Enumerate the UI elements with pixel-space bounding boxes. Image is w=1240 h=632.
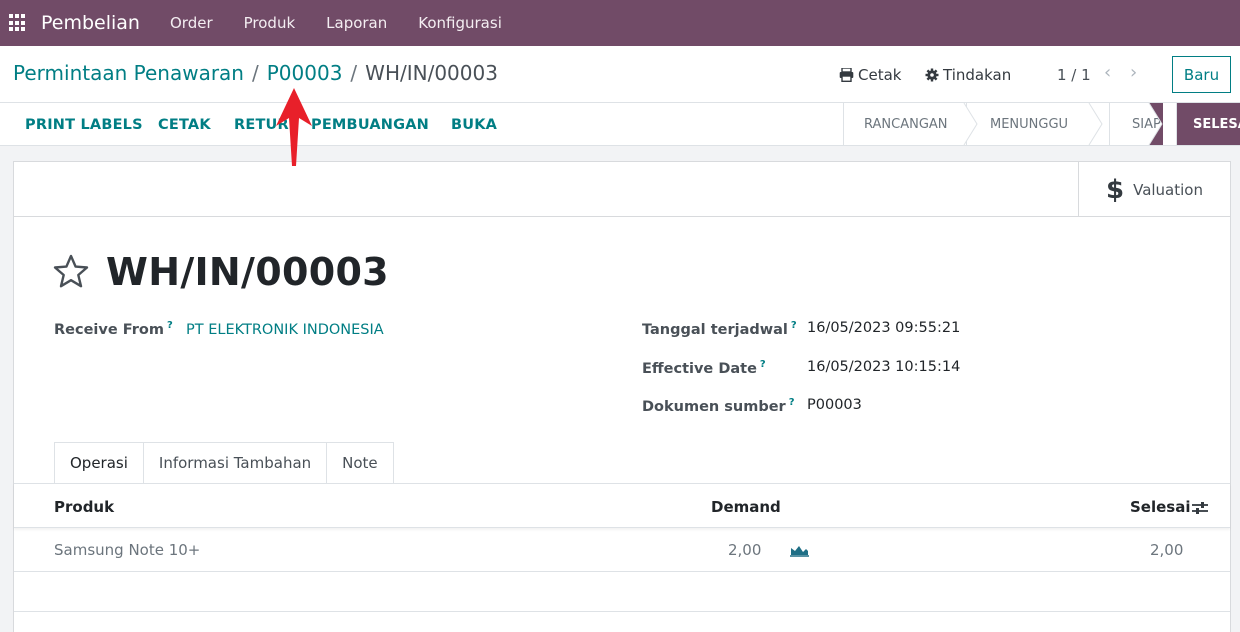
tab-operasi[interactable]: Operasi [54, 442, 144, 483]
record-title: WH/IN/00003 [106, 250, 389, 294]
help-tooltip-icon[interactable]: ? [760, 359, 766, 370]
scheduled-date-label: Tanggal terjadwal? [642, 320, 797, 338]
row-demand: 2,00 [728, 541, 762, 559]
source-document-label-text: Dokumen sumber [642, 398, 786, 415]
app-menu-grid-icon[interactable] [9, 14, 27, 32]
valuation-button[interactable]: $ Valuation [1078, 162, 1230, 217]
receive-from-value[interactable]: PT ELEKTRONIK INDONESIA [186, 322, 384, 338]
print-label: Cetak [858, 66, 902, 84]
action-menu-button[interactable]: Tindakan [925, 66, 1011, 84]
pembuangan-button[interactable]: PEMBUANGAN [311, 117, 429, 133]
breadcrumb-parent[interactable]: P00003 [267, 61, 343, 85]
valuation-label: Valuation [1133, 180, 1203, 199]
source-document-value[interactable]: P00003 [807, 397, 862, 413]
control-panel: Permintaan Penawaran / P00003 / WH/IN/00… [0, 46, 1240, 103]
scheduled-date-value[interactable]: 16/05/2023 09:55:21 [807, 320, 960, 336]
statusbar: PRINT LABELS CETAK RETUR PEMBUANGAN BUKA… [0, 103, 1240, 146]
app-brand[interactable]: Pembelian [41, 12, 140, 34]
help-tooltip-icon[interactable]: ? [167, 320, 173, 331]
pager-value[interactable]: 1 / 1 [1057, 66, 1091, 84]
source-document-label: Dokumen sumber? [642, 397, 795, 415]
buka-button[interactable]: BUKA [451, 117, 497, 133]
table-header: Produk Demand Selesai [14, 483, 1230, 528]
nav-item-laporan[interactable]: Laporan [326, 14, 387, 32]
breadcrumb-root[interactable]: Permintaan Penawaran [13, 61, 244, 85]
notebook-tabs: Operasi Informasi Tambahan Note [54, 442, 394, 483]
print-labels-button[interactable]: PRINT LABELS [25, 117, 143, 133]
gear-icon [925, 68, 939, 82]
form-sheet: $ Valuation WH/IN/00003 Receive From? PT… [13, 161, 1231, 632]
tab-note[interactable]: Note [326, 442, 394, 483]
dollar-icon: $ [1106, 174, 1125, 205]
row-done: 2,00 [1150, 541, 1184, 559]
stage-pipeline: RANCANGAN MENUNGGU SIAP SELESAI [843, 103, 1240, 145]
column-selesai[interactable]: Selesai [1130, 498, 1190, 516]
nav-item-produk[interactable]: Produk [244, 14, 296, 32]
receive-from-label-text: Receive From [54, 321, 164, 338]
tab-informasi-tambahan[interactable]: Informasi Tambahan [142, 442, 328, 483]
table-empty-row [14, 572, 1230, 612]
help-tooltip-icon[interactable]: ? [789, 397, 795, 408]
print-button[interactable]: Cetak [839, 66, 901, 84]
table-row[interactable]: Samsung Note 10+ 2,00 2,00 [14, 528, 1230, 572]
pager-previous-icon[interactable]: ‹ [1104, 62, 1111, 83]
breadcrumb-current: WH/IN/00003 [365, 61, 498, 85]
column-produk[interactable]: Produk [54, 498, 114, 516]
scheduled-date-label-text: Tanggal terjadwal [642, 321, 788, 338]
breadcrumb-separator: / [251, 61, 259, 85]
button-box: $ Valuation [14, 162, 1230, 217]
star-icon[interactable] [53, 254, 89, 288]
effective-date-label: Effective Date? [642, 359, 766, 377]
breadcrumb-separator: / [350, 61, 358, 85]
action-label: Tindakan [943, 66, 1012, 84]
printer-icon [839, 68, 854, 82]
pager-next-icon[interactable]: › [1130, 62, 1137, 83]
forecast-chart-icon[interactable] [790, 543, 809, 557]
breadcrumb: Permintaan Penawaran / P00003 / WH/IN/00… [13, 61, 498, 85]
annotation-arrow-icon [276, 88, 312, 166]
new-button[interactable]: Baru [1172, 56, 1231, 93]
receive-from-label: Receive From? [54, 320, 173, 338]
nav-item-order[interactable]: Order [170, 14, 213, 32]
effective-date-value[interactable]: 16/05/2023 10:15:14 [807, 359, 960, 375]
column-demand[interactable]: Demand [711, 498, 781, 516]
nav-item-konfigurasi[interactable]: Konfigurasi [418, 14, 502, 32]
help-tooltip-icon[interactable]: ? [791, 320, 797, 331]
row-product: Samsung Note 10+ [54, 541, 201, 559]
cetak-button[interactable]: CETAK [158, 117, 211, 133]
stage-chevrons [963, 103, 1163, 145]
top-navbar: Pembelian Order Produk Laporan Konfigura… [0, 0, 1240, 46]
effective-date-label-text: Effective Date [642, 360, 757, 377]
column-settings-icon[interactable] [1191, 501, 1209, 515]
